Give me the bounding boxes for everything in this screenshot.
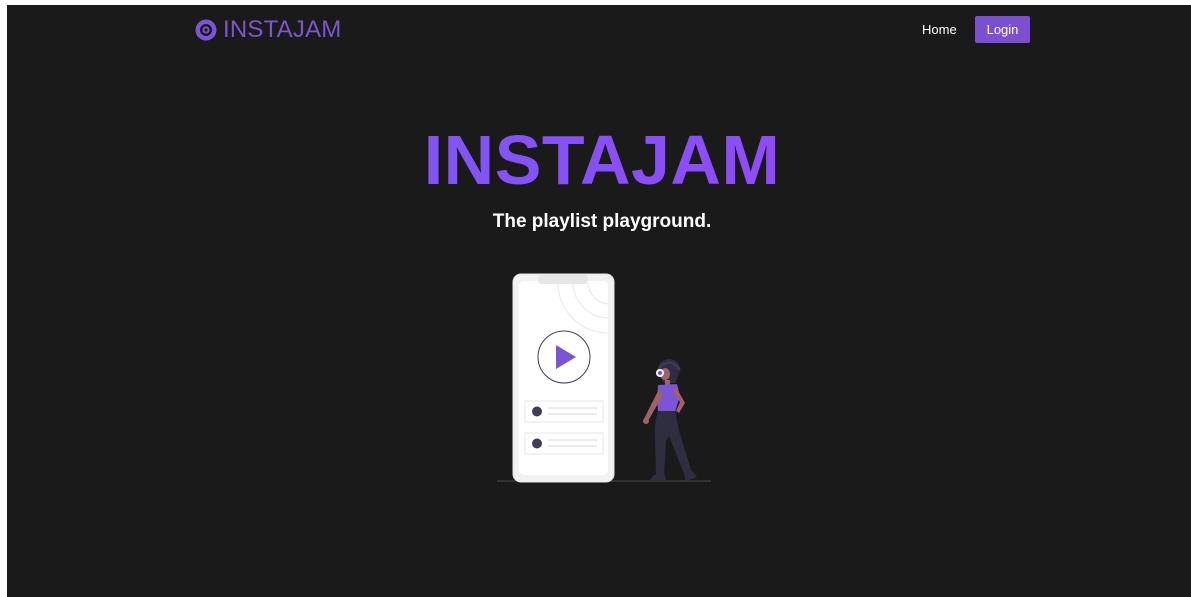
listener-figure [643, 359, 697, 481]
navbar: INSTAJAM Home Login [7, 5, 1191, 57]
home-link[interactable]: Home [922, 22, 957, 38]
phone-music-listener-illustration [497, 273, 711, 483]
login-button[interactable]: Login [975, 16, 1030, 43]
brand-link[interactable]: INSTAJAM [195, 16, 342, 44]
hero-subtitle: The playlist playground. [492, 211, 712, 232]
phone-illustration [512, 273, 615, 483]
vinyl-disc-icon [195, 19, 217, 41]
page-frame: INSTAJAM Home Login INSTAJAM The playlis… [7, 5, 1191, 597]
brand-name: INSTAJAM [223, 16, 342, 43]
hero-title: INSTAJAM [7, 120, 1191, 200]
